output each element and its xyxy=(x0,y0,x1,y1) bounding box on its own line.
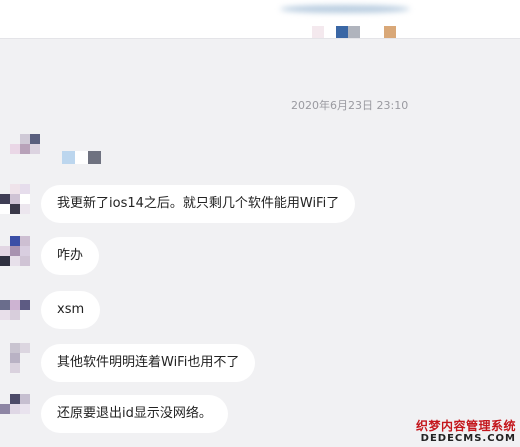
message-bubble[interactable]: xsm xyxy=(41,291,101,329)
contact-name-redacted xyxy=(280,5,410,13)
message-bubble[interactable]: 我更新了ios14之后。就只剩几个软件能用WiFi了 xyxy=(41,185,356,223)
message-bubble[interactable]: 还原要退出id显示没网络。 xyxy=(41,395,228,433)
avatar[interactable] xyxy=(0,394,40,434)
avatar[interactable] xyxy=(0,236,40,276)
header-redacted-pixels xyxy=(312,26,396,38)
avatar[interactable] xyxy=(0,343,40,383)
site-watermark: 织梦内容管理系统 DEDECMS.COM xyxy=(416,420,516,444)
message-bubble[interactable]: 其他软件明明连着WiFi也用不了 xyxy=(41,344,256,382)
chat-header xyxy=(0,0,520,39)
avatar[interactable] xyxy=(0,184,40,224)
message-bubble[interactable]: 咋办 xyxy=(41,237,100,275)
sender-name-redacted xyxy=(62,151,101,164)
watermark-line-2: DEDECMS.COM xyxy=(420,433,516,444)
message-timestamp: 2020年6月23日 23:10 xyxy=(291,99,409,112)
watermark-line-1: 织梦内容管理系统 xyxy=(415,419,516,433)
avatar[interactable] xyxy=(0,290,40,330)
avatar[interactable] xyxy=(0,134,40,174)
